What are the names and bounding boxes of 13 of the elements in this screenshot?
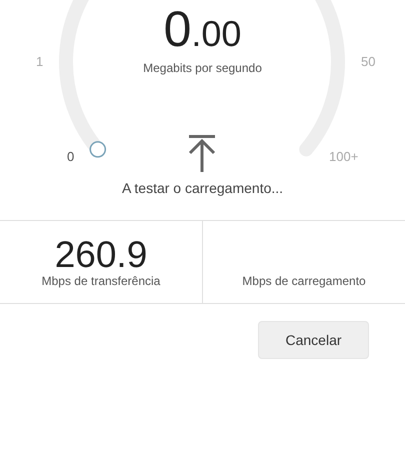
result-label: Mbps de transferência xyxy=(42,274,160,289)
status-text: A testar o carregamento... xyxy=(122,179,284,198)
scale-label: 1 xyxy=(36,54,44,69)
speed-unit: Megabits por segundo xyxy=(143,61,262,75)
scale-label: 0 xyxy=(67,149,74,164)
result-label: Mbps de carregamento xyxy=(242,274,366,289)
gauge-indicator xyxy=(90,141,106,158)
scale-label: 50 xyxy=(361,54,376,69)
scale-label: 100+ xyxy=(329,149,358,164)
cancel-button[interactable]: Cancelar xyxy=(258,321,369,359)
speed-value: 0.00 xyxy=(164,2,242,59)
upload-icon xyxy=(188,135,216,174)
result-value: 260.9 xyxy=(54,236,148,274)
